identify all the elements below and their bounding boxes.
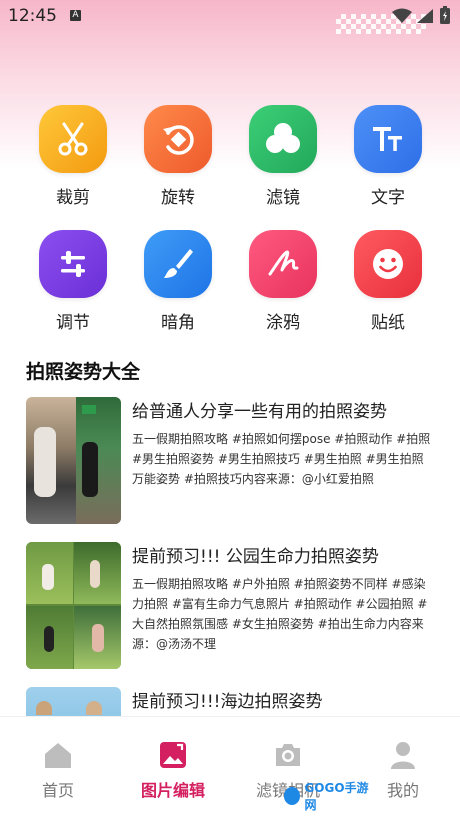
- article-title: 给普通人分享一些有用的拍照姿势: [132, 402, 387, 422]
- battery-icon: [440, 6, 450, 24]
- image-edit-icon: [118, 739, 228, 771]
- status-pattern: [336, 14, 426, 34]
- tool-label: 滤镜: [266, 188, 300, 208]
- rotate-icon: [144, 105, 212, 173]
- article-desc: 五一假期拍照攻略 #户外拍照 #拍照姿势不同样 #感染力拍照 #富有生命力气息照…: [132, 577, 428, 651]
- camera-icon: [233, 739, 343, 771]
- tool-rotate[interactable]: 旋转: [133, 105, 223, 208]
- text-icon: [354, 105, 422, 173]
- status-bar: 12:45 A: [0, 0, 460, 34]
- brush-icon: [144, 230, 212, 298]
- tool-label: 暗角: [161, 313, 195, 333]
- status-time: 12:45: [8, 6, 57, 26]
- tab-label: 首页: [41, 781, 74, 800]
- bottom-tab-bar: 首页 图片编辑 滤镜相机 我的: [0, 716, 460, 818]
- signal-icon: [417, 9, 433, 23]
- sticker-icon: [354, 230, 422, 298]
- article-title: 提前预习!!! 公园生命力拍照姿势: [132, 547, 379, 567]
- home-icon: [3, 739, 113, 771]
- profile-icon: [348, 739, 458, 771]
- filter-icon: [249, 105, 317, 173]
- article-card[interactable]: 提前预习!!!海边拍照姿势: [26, 687, 436, 716]
- article-card[interactable]: 提前预习!!! 公园生命力拍照姿势 五一假期拍照攻略 #户外拍照 #拍照姿势不同…: [26, 542, 436, 669]
- tool-sticker[interactable]: 贴纸: [343, 230, 433, 333]
- tool-text[interactable]: 文字: [343, 105, 433, 208]
- watermark-logo-icon: [284, 787, 301, 805]
- watermark: GOGO手游网: [284, 781, 374, 812]
- tool-doodle[interactable]: 涂鸦: [238, 230, 328, 333]
- wifi-icon: [392, 8, 412, 23]
- tool-label: 调节: [56, 313, 90, 333]
- tool-label: 裁剪: [56, 188, 90, 208]
- tool-vignette[interactable]: 暗角: [133, 230, 223, 333]
- doodle-icon: [249, 230, 317, 298]
- article-title: 提前预习!!!海边拍照姿势: [132, 692, 323, 712]
- tab-image-edit[interactable]: 图片编辑: [118, 739, 228, 801]
- tab-home[interactable]: 首页: [3, 739, 113, 801]
- adjust-icon: [39, 230, 107, 298]
- tool-label: 涂鸦: [266, 313, 300, 333]
- notification-icon: A: [70, 10, 81, 21]
- watermark-text: GOGO手游网: [304, 781, 369, 812]
- article-thumbnail: [26, 397, 121, 524]
- tool-label: 旋转: [161, 188, 195, 208]
- article-thumbnail: [26, 542, 121, 669]
- article-desc: 五一假期拍照攻略 #拍照如何摆pose #拍照动作 #拍照 #男生拍照姿势 #男…: [132, 432, 431, 486]
- article-thumbnail: [26, 687, 121, 716]
- tool-adjust[interactable]: 调节: [28, 230, 118, 333]
- tab-label: 图片编辑: [140, 781, 205, 800]
- tool-crop[interactable]: 裁剪: [28, 105, 118, 208]
- article-card[interactable]: 给普通人分享一些有用的拍照姿势 五一假期拍照攻略 #拍照如何摆pose #拍照动…: [26, 397, 436, 524]
- tool-label: 贴纸: [371, 313, 405, 333]
- tool-label: 文字: [371, 188, 405, 208]
- section-title: 拍照姿势大全: [26, 361, 141, 383]
- scissors-icon: [39, 105, 107, 173]
- tool-filter[interactable]: 滤镜: [238, 105, 328, 208]
